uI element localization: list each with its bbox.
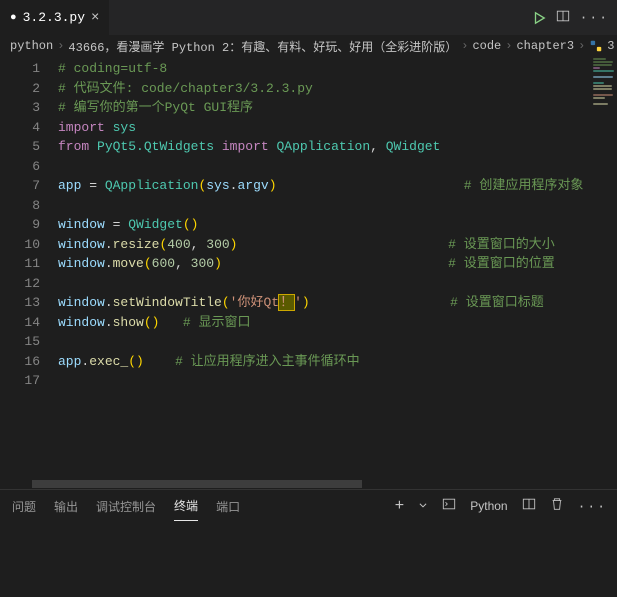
code-text: sys — [113, 120, 136, 135]
terminal-kernel-label[interactable]: Python — [470, 499, 507, 513]
code-text: window — [58, 256, 105, 271]
crumb-1[interactable]: 43666，看漫画学 Python 2：有趣、有料、好玩、好用（全彩进阶版） — [68, 38, 457, 55]
code-text: # 创建应用程序对象 — [464, 178, 584, 193]
panel-actions: + Python ··· — [395, 490, 607, 522]
tab-problems[interactable]: 问题 — [12, 492, 36, 521]
run-icon[interactable] — [532, 11, 546, 25]
code-text: window — [58, 237, 105, 252]
code-text: import — [58, 120, 105, 135]
crumb-4-label: 3. — [607, 39, 617, 53]
tab-actions: ··· — [532, 0, 609, 35]
crumb-4[interactable]: 3. — [589, 39, 617, 53]
code-text: 300 — [191, 256, 214, 271]
code-text: show — [113, 315, 144, 330]
code-text: , — [191, 237, 207, 252]
code-text: ' — [294, 295, 302, 310]
code-text: move — [113, 256, 144, 271]
crumb-3[interactable]: chapter3 — [516, 39, 574, 53]
code-text: QApplication — [277, 139, 371, 154]
code-text: # 代码文件: code/chapter3/3.2.3.py — [58, 81, 313, 96]
code-text: 400 — [167, 237, 190, 252]
breadcrumb[interactable]: python › 43666，看漫画学 Python 2：有趣、有料、好玩、好用… — [0, 35, 617, 57]
panel-tab-bar: 问题 输出 调试控制台 终端 端口 + Python ··· — [0, 490, 617, 522]
crumb-0[interactable]: python — [10, 39, 53, 53]
modified-indicator: ● — [10, 12, 17, 24]
more-actions-icon[interactable]: ··· — [580, 10, 609, 25]
code-text: argv — [237, 178, 268, 193]
close-icon[interactable]: × — [91, 10, 99, 26]
tab-terminal[interactable]: 终端 — [174, 491, 198, 521]
tab-ports[interactable]: 端口 — [216, 492, 240, 521]
code-text: # 显示窗口 — [183, 315, 251, 330]
bottom-panel: 问题 输出 调试控制台 终端 端口 + Python ··· — [0, 489, 617, 597]
editor-tab[interactable]: ● 3.2.3.py × — [0, 0, 110, 35]
horizontal-scrollbar[interactable] — [0, 479, 617, 489]
code-text: = — [105, 217, 128, 232]
tab-filename: 3.2.3.py — [23, 10, 85, 25]
split-terminal-icon[interactable] — [522, 497, 536, 515]
code-text: setWindowTitle — [113, 295, 222, 310]
code-text: # 让应用程序进入主事件循环中 — [175, 354, 360, 369]
code-text: , — [370, 139, 386, 154]
code-text: PyQt5.QtWidgets — [97, 139, 214, 154]
tab-debug-console[interactable]: 调试控制台 — [96, 492, 156, 521]
minimap[interactable] — [593, 58, 615, 118]
terminal-body[interactable] — [0, 522, 617, 597]
code-text: # 设置窗口的位置 — [448, 256, 555, 271]
line-number-gutter: 1234 5678 9101112 13141516 17 — [0, 57, 58, 477]
code-text: # 设置窗口标题 — [450, 295, 544, 310]
code-text: # 设置窗口的大小 — [448, 237, 555, 252]
chevron-down-icon[interactable] — [418, 499, 428, 514]
split-editor-icon[interactable] — [556, 9, 570, 27]
code-text: window — [58, 315, 105, 330]
new-terminal-icon[interactable]: + — [395, 497, 405, 515]
chevron-right-icon: › — [505, 39, 512, 53]
code-text: QWidget — [386, 139, 441, 154]
trash-icon[interactable] — [550, 497, 564, 515]
more-panel-actions-icon[interactable]: ··· — [578, 499, 607, 514]
code-text: # 编写你的第一个PyQt GUI程序 — [58, 100, 253, 115]
tab-bar: ● 3.2.3.py × ··· — [0, 0, 617, 35]
python-file-icon — [589, 39, 603, 53]
code-text: window — [58, 217, 105, 232]
code-area[interactable]: # coding=utf-8 # 代码文件: code/chapter3/3.2… — [58, 57, 617, 477]
chevron-right-icon: › — [461, 39, 468, 53]
code-text: 600 — [152, 256, 175, 271]
code-text: QApplication — [105, 178, 199, 193]
code-text: app — [58, 354, 81, 369]
code-text: import — [222, 139, 269, 154]
code-text: sys — [206, 178, 229, 193]
code-warning-highlight: ！ — [279, 295, 294, 310]
chevron-right-icon: › — [57, 39, 64, 53]
terminal-profile-icon[interactable] — [442, 497, 456, 515]
code-text: QWidget — [128, 217, 183, 232]
code-text: exec_ — [89, 354, 128, 369]
code-text: 300 — [206, 237, 229, 252]
scrollbar-thumb[interactable] — [32, 480, 362, 488]
chevron-right-icon: › — [578, 39, 585, 53]
code-text: = — [81, 178, 104, 193]
code-text: from — [58, 139, 89, 154]
code-text: window — [58, 295, 105, 310]
tab-output[interactable]: 输出 — [54, 492, 78, 521]
crumb-2[interactable]: code — [472, 39, 501, 53]
code-text: app — [58, 178, 81, 193]
code-text: resize — [113, 237, 160, 252]
code-text: # coding=utf-8 — [58, 61, 167, 76]
code-text: '你好Qt — [230, 295, 279, 310]
editor[interactable]: 1234 5678 9101112 13141516 17 # coding=u… — [0, 57, 617, 477]
code-text: . — [105, 237, 113, 252]
